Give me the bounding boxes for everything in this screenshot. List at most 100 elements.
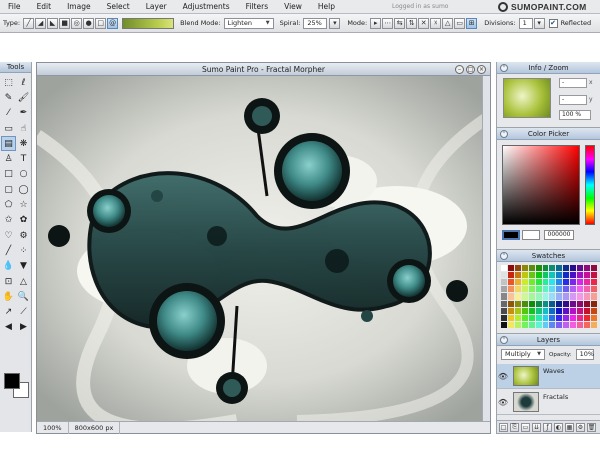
color-swatch[interactable] <box>584 300 591 307</box>
opacity-input[interactable]: 10% <box>575 349 594 360</box>
eye-icon[interactable]: 👁 <box>497 372 509 381</box>
color-swatch[interactable] <box>521 300 528 307</box>
gradient-swatch[interactable] <box>122 17 175 29</box>
eraser-icon[interactable]: ▭ <box>1 121 16 136</box>
duplicate-layer-icon[interactable]: ⎘ <box>510 422 519 432</box>
delete-layer-icon[interactable]: 🗑 <box>587 422 596 432</box>
polygon-icon[interactable]: ⬠ <box>1 197 16 212</box>
pen-icon[interactable]: ✒ <box>16 106 31 121</box>
layer-mask-icon[interactable]: ◐ <box>554 422 563 432</box>
color-swatch[interactable] <box>563 321 570 328</box>
color-swatch[interactable] <box>549 272 556 279</box>
color-swatch[interactable] <box>501 265 507 272</box>
color-swatch[interactable] <box>549 307 556 314</box>
picker-icon[interactable]: ↗ <box>1 304 16 319</box>
color-swatch[interactable] <box>549 321 556 328</box>
clone-icon[interactable]: ⊡ <box>1 274 16 289</box>
color-swatch[interactable] <box>514 265 521 272</box>
color-swatch[interactable] <box>507 279 514 286</box>
vertical-scrollbar[interactable] <box>482 76 490 421</box>
measure-icon[interactable]: ⟋ <box>16 304 31 319</box>
rounded-rect-icon[interactable]: ▢ <box>1 182 16 197</box>
color-swatch[interactable] <box>535 286 542 293</box>
color-swatch[interactable] <box>514 279 521 286</box>
type-fill-icon[interactable]: ◣ <box>47 17 59 29</box>
color-swatch[interactable] <box>591 321 597 328</box>
swatches-header[interactable]: ⌃ Swatches <box>497 250 600 262</box>
color-swatch[interactable] <box>535 321 542 328</box>
shape-star-icon[interactable]: ✩ <box>1 213 16 228</box>
color-swatch[interactable] <box>584 272 591 279</box>
collapse-icon[interactable]: ⌃ <box>500 252 508 260</box>
picker-foreground-swatch[interactable] <box>502 230 520 240</box>
sharpen-icon[interactable]: △ <box>16 274 31 289</box>
color-swatch[interactable] <box>577 307 584 314</box>
color-swatch[interactable] <box>514 321 521 328</box>
maximize-icon[interactable]: □ <box>466 65 475 74</box>
color-swatch[interactable] <box>556 321 563 328</box>
color-swatch[interactable] <box>563 272 570 279</box>
color-swatch[interactable] <box>549 314 556 321</box>
color-swatch[interactable] <box>591 307 597 314</box>
color-swatch[interactable] <box>570 293 577 300</box>
color-swatch[interactable] <box>501 272 507 279</box>
hex-input[interactable]: 000000 <box>544 230 574 240</box>
color-selector[interactable] <box>2 371 30 403</box>
color-swatch[interactable] <box>535 279 542 286</box>
color-swatch[interactable] <box>584 321 591 328</box>
color-swatch[interactable] <box>549 286 556 293</box>
color-swatch[interactable] <box>577 293 584 300</box>
color-picker-header[interactable]: ⌃ Color Picker <box>497 128 600 140</box>
color-swatch[interactable] <box>528 314 535 321</box>
color-swatch[interactable] <box>549 300 556 307</box>
layer-effects-icon[interactable]: ƒ <box>543 422 552 432</box>
mode-c-icon[interactable]: ⇆ <box>394 17 406 29</box>
zoom-select[interactable]: 100 % <box>559 110 591 120</box>
color-swatch[interactable] <box>570 300 577 307</box>
type-square-icon[interactable]: ■ <box>59 17 71 29</box>
color-swatch[interactable] <box>542 279 549 286</box>
color-swatch[interactable] <box>521 307 528 314</box>
color-swatch[interactable] <box>528 293 535 300</box>
blend-mode-select[interactable]: Lighten ▼ <box>223 17 274 29</box>
arrow-right-icon[interactable]: ▶ <box>16 320 31 335</box>
type-linear-icon[interactable]: ╱ <box>23 17 35 29</box>
color-swatch[interactable] <box>556 300 563 307</box>
divisions-stepper-icon[interactable]: ▾ <box>533 17 545 29</box>
marquee-rect-icon[interactable]: ⬚ <box>1 75 16 90</box>
fractal-morpher-icon[interactable]: ❋ <box>16 136 31 151</box>
spray-icon[interactable]: ⁘ <box>16 243 31 258</box>
color-swatch[interactable] <box>501 286 507 293</box>
mode-h-icon[interactable]: ▭ <box>454 17 466 29</box>
new-layer-icon[interactable]: □ <box>499 422 508 432</box>
spiral-input[interactable]: 25% <box>303 17 328 29</box>
color-swatch[interactable] <box>556 314 563 321</box>
color-swatch[interactable] <box>563 300 570 307</box>
layer-row[interactable]: 👁 Waves <box>497 364 600 389</box>
color-swatch[interactable] <box>591 293 597 300</box>
saturation-value-field[interactable] <box>502 145 580 225</box>
gradient-icon[interactable]: ▤ <box>1 136 16 152</box>
menu-edit[interactable]: Edit <box>29 0 60 14</box>
menu-layer[interactable]: Layer <box>138 0 175 14</box>
color-swatch[interactable] <box>528 286 535 293</box>
color-swatch[interactable] <box>556 272 563 279</box>
color-swatch[interactable] <box>507 265 514 272</box>
color-swatch[interactable] <box>577 321 584 328</box>
spiral-stepper-icon[interactable]: ▾ <box>329 17 341 29</box>
merge-layer-icon[interactable]: ⇊ <box>532 422 541 432</box>
color-swatch[interactable] <box>501 321 507 328</box>
circle-icon[interactable]: ◯ <box>16 182 31 197</box>
color-swatch[interactable] <box>507 286 514 293</box>
line-icon[interactable]: ╱ <box>1 243 16 258</box>
color-swatch[interactable] <box>570 307 577 314</box>
color-swatch[interactable] <box>563 293 570 300</box>
color-swatch[interactable] <box>570 286 577 293</box>
stamp-icon[interactable]: ♙ <box>1 151 16 166</box>
collapse-icon[interactable]: ⌃ <box>500 130 508 138</box>
color-swatch[interactable] <box>584 314 591 321</box>
color-swatch[interactable] <box>507 300 514 307</box>
color-swatch[interactable] <box>577 300 584 307</box>
color-swatch[interactable] <box>521 279 528 286</box>
color-swatch[interactable] <box>577 286 584 293</box>
